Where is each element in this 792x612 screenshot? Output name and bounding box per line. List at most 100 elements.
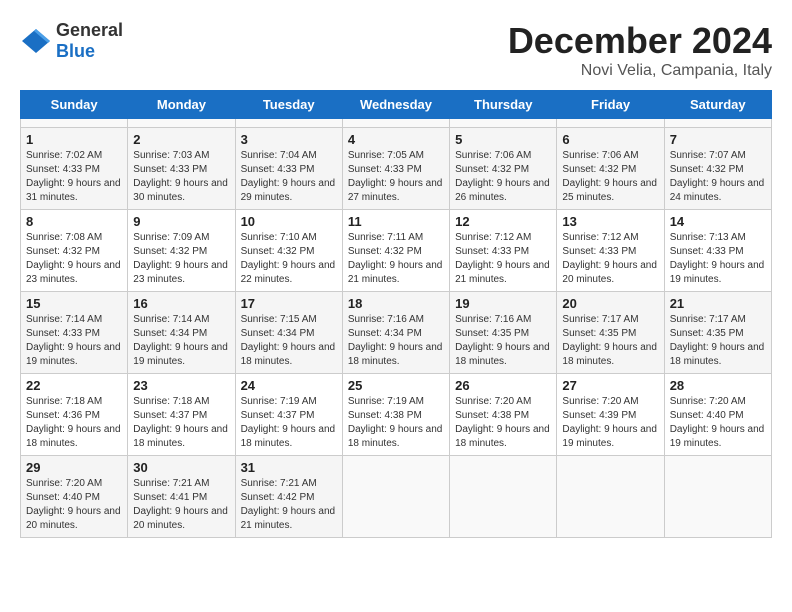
calendar-cell xyxy=(664,119,771,128)
day-number: 8 xyxy=(26,214,122,229)
day-number: 2 xyxy=(133,132,229,147)
col-friday: Friday xyxy=(557,91,664,119)
day-number: 20 xyxy=(562,296,658,311)
calendar-cell xyxy=(342,119,449,128)
calendar-cell: 25Sunrise: 7:19 AM Sunset: 4:38 PM Dayli… xyxy=(342,374,449,456)
day-number: 29 xyxy=(26,460,122,475)
month-title: December 2024 xyxy=(508,20,772,62)
day-info: Sunrise: 7:14 AM Sunset: 4:33 PM Dayligh… xyxy=(26,313,122,369)
calendar-week-row: 22 Sunrise: 7:18 AM Sunset: 4:36 PM Dayli… xyxy=(21,374,772,456)
day-info: Sunrise: 7:03 AM Sunset: 4:33 PM Dayligh… xyxy=(133,149,229,205)
logo-text: General Blue xyxy=(56,20,123,62)
calendar-cell: 21 Sunrise: 7:17 AM Sunset: 4:35 PM Dayli… xyxy=(664,292,771,374)
day-number: 21 xyxy=(670,296,766,311)
day-info: Sunrise: 7:12 AM Sunset: 4:33 PM Dayligh… xyxy=(562,231,658,287)
day-info: Sunrise: 7:20 AM Sunset: 4:38 PM Dayligh… xyxy=(455,395,551,451)
col-sunday: Sunday xyxy=(21,91,128,119)
calendar-cell: 15 Sunrise: 7:14 AM Sunset: 4:33 PM Dayli… xyxy=(21,292,128,374)
calendar-week-row: 8 Sunrise: 7:08 AM Sunset: 4:32 PM Daylig… xyxy=(21,210,772,292)
calendar-cell: 29Sunrise: 7:20 AM Sunset: 4:40 PM Dayli… xyxy=(21,456,128,538)
calendar-week-row: 1 Sunrise: 7:02 AM Sunset: 4:33 PM Daylig… xyxy=(21,128,772,210)
day-info: Sunrise: 7:19 AM Sunset: 4:37 PM Dayligh… xyxy=(241,395,337,451)
day-number: 10 xyxy=(241,214,337,229)
day-info: Sunrise: 7:13 AM Sunset: 4:33 PM Dayligh… xyxy=(670,231,766,287)
day-info: Sunrise: 7:17 AM Sunset: 4:35 PM Dayligh… xyxy=(670,313,766,369)
calendar-cell: 8 Sunrise: 7:08 AM Sunset: 4:32 PM Daylig… xyxy=(21,210,128,292)
day-number: 23 xyxy=(133,378,229,393)
day-number: 5 xyxy=(455,132,551,147)
calendar-cell: 7 Sunrise: 7:07 AM Sunset: 4:32 PM Daylig… xyxy=(664,128,771,210)
day-number: 6 xyxy=(562,132,658,147)
day-info: Sunrise: 7:08 AM Sunset: 4:32 PM Dayligh… xyxy=(26,231,122,287)
day-number: 18 xyxy=(348,296,444,311)
calendar-cell xyxy=(450,456,557,538)
day-info: Sunrise: 7:20 AM Sunset: 4:39 PM Dayligh… xyxy=(562,395,658,451)
calendar-cell xyxy=(557,119,664,128)
day-number: 22 xyxy=(26,378,122,393)
day-info: Sunrise: 7:21 AM Sunset: 4:42 PM Dayligh… xyxy=(241,477,337,533)
day-info: Sunrise: 7:14 AM Sunset: 4:34 PM Dayligh… xyxy=(133,313,229,369)
day-info: Sunrise: 7:16 AM Sunset: 4:35 PM Dayligh… xyxy=(455,313,551,369)
calendar-cell: 17 Sunrise: 7:15 AM Sunset: 4:34 PM Dayli… xyxy=(235,292,342,374)
col-saturday: Saturday xyxy=(664,91,771,119)
calendar-table: Sunday Monday Tuesday Wednesday Thursday… xyxy=(20,90,772,538)
day-number: 3 xyxy=(241,132,337,147)
calendar-cell: 13Sunrise: 7:12 AM Sunset: 4:33 PM Dayli… xyxy=(557,210,664,292)
day-info: Sunrise: 7:20 AM Sunset: 4:40 PM Dayligh… xyxy=(670,395,766,451)
day-info: Sunrise: 7:02 AM Sunset: 4:33 PM Dayligh… xyxy=(26,149,122,205)
calendar-cell: 4 Sunrise: 7:05 AM Sunset: 4:33 PM Daylig… xyxy=(342,128,449,210)
day-info: Sunrise: 7:04 AM Sunset: 4:33 PM Dayligh… xyxy=(241,149,337,205)
calendar-cell: 11Sunrise: 7:11 AM Sunset: 4:32 PM Dayli… xyxy=(342,210,449,292)
col-tuesday: Tuesday xyxy=(235,91,342,119)
day-info: Sunrise: 7:10 AM Sunset: 4:32 PM Dayligh… xyxy=(241,231,337,287)
day-number: 12 xyxy=(455,214,551,229)
calendar-cell: 5Sunrise: 7:06 AM Sunset: 4:32 PM Daylig… xyxy=(450,128,557,210)
calendar-cell: 9Sunrise: 7:09 AM Sunset: 4:32 PM Daylig… xyxy=(128,210,235,292)
col-wednesday: Wednesday xyxy=(342,91,449,119)
calendar-cell: 6 Sunrise: 7:06 AM Sunset: 4:32 PM Daylig… xyxy=(557,128,664,210)
day-number: 26 xyxy=(455,378,551,393)
day-info: Sunrise: 7:15 AM Sunset: 4:34 PM Dayligh… xyxy=(241,313,337,369)
day-number: 1 xyxy=(26,132,122,147)
day-info: Sunrise: 7:07 AM Sunset: 4:32 PM Dayligh… xyxy=(670,149,766,205)
day-info: Sunrise: 7:18 AM Sunset: 4:36 PM Dayligh… xyxy=(26,395,122,451)
col-thursday: Thursday xyxy=(450,91,557,119)
calendar-cell: 19Sunrise: 7:16 AM Sunset: 4:35 PM Dayli… xyxy=(450,292,557,374)
logo-blue: Blue xyxy=(56,41,95,61)
day-number: 24 xyxy=(241,378,337,393)
location-subtitle: Novi Velia, Campania, Italy xyxy=(508,62,772,80)
calendar-cell: 14Sunrise: 7:13 AM Sunset: 4:33 PM Dayli… xyxy=(664,210,771,292)
logo-general: General xyxy=(56,20,123,40)
day-info: Sunrise: 7:21 AM Sunset: 4:41 PM Dayligh… xyxy=(133,477,229,533)
day-info: Sunrise: 7:12 AM Sunset: 4:33 PM Dayligh… xyxy=(455,231,551,287)
day-info: Sunrise: 7:05 AM Sunset: 4:33 PM Dayligh… xyxy=(348,149,444,205)
calendar-week-row: 15 Sunrise: 7:14 AM Sunset: 4:33 PM Dayli… xyxy=(21,292,772,374)
day-info: Sunrise: 7:06 AM Sunset: 4:32 PM Dayligh… xyxy=(562,149,658,205)
day-number: 27 xyxy=(562,378,658,393)
day-info: Sunrise: 7:19 AM Sunset: 4:38 PM Dayligh… xyxy=(348,395,444,451)
page-header: General Blue December 2024 Novi Velia, C… xyxy=(20,20,772,80)
calendar-cell: 20Sunrise: 7:17 AM Sunset: 4:35 PM Dayli… xyxy=(557,292,664,374)
day-number: 30 xyxy=(133,460,229,475)
calendar-cell: 24 Sunrise: 7:19 AM Sunset: 4:37 PM Dayli… xyxy=(235,374,342,456)
col-monday: Monday xyxy=(128,91,235,119)
day-number: 15 xyxy=(26,296,122,311)
calendar-cell: 30 Sunrise: 7:21 AM Sunset: 4:41 PM Dayli… xyxy=(128,456,235,538)
calendar-cell xyxy=(128,119,235,128)
day-number: 31 xyxy=(241,460,337,475)
calendar-cell: 1 Sunrise: 7:02 AM Sunset: 4:33 PM Daylig… xyxy=(21,128,128,210)
calendar-cell xyxy=(557,456,664,538)
calendar-week-row: 29Sunrise: 7:20 AM Sunset: 4:40 PM Dayli… xyxy=(21,456,772,538)
calendar-cell: 22 Sunrise: 7:18 AM Sunset: 4:36 PM Dayli… xyxy=(21,374,128,456)
day-number: 4 xyxy=(348,132,444,147)
calendar-cell: 12 Sunrise: 7:12 AM Sunset: 4:33 PM Dayli… xyxy=(450,210,557,292)
calendar-cell xyxy=(450,119,557,128)
day-number: 28 xyxy=(670,378,766,393)
day-number: 7 xyxy=(670,132,766,147)
calendar-cell: 10 Sunrise: 7:10 AM Sunset: 4:32 PM Dayli… xyxy=(235,210,342,292)
calendar-cell: 18Sunrise: 7:16 AM Sunset: 4:34 PM Dayli… xyxy=(342,292,449,374)
day-number: 9 xyxy=(133,214,229,229)
day-number: 17 xyxy=(241,296,337,311)
calendar-cell: 2 Sunrise: 7:03 AM Sunset: 4:33 PM Daylig… xyxy=(128,128,235,210)
day-number: 11 xyxy=(348,214,444,229)
